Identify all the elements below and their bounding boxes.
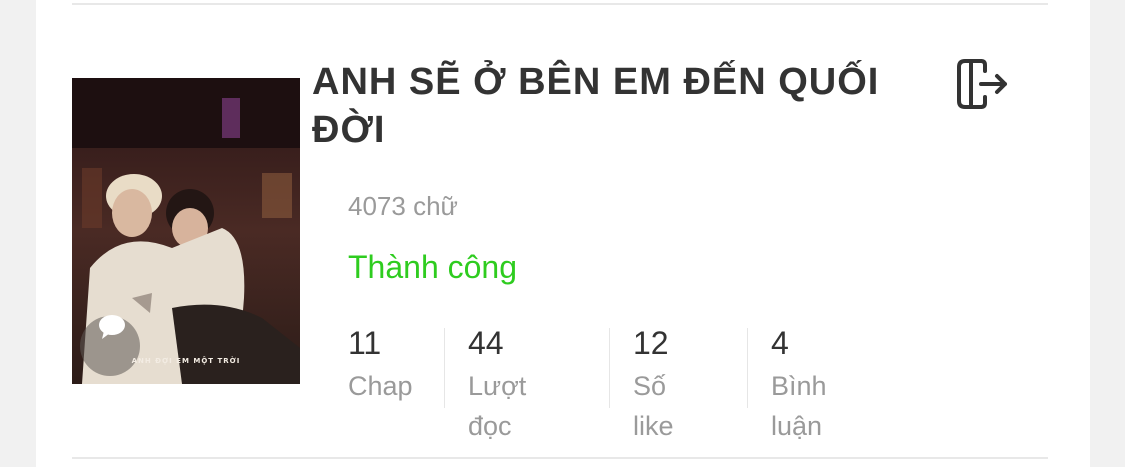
stat-label: Bình luận <box>771 371 827 441</box>
stat-comments: 4 Bình luận <box>771 322 827 441</box>
stat-chapters: 11 Chap <box>348 322 413 408</box>
divider <box>72 3 1048 5</box>
status-label: Thành công <box>348 249 518 285</box>
stat-value: 12 <box>633 325 669 361</box>
stat-divider <box>747 328 748 408</box>
stat-reads: 44 Lượt đọc <box>468 322 526 441</box>
story-title[interactable]: ANH SẼ Ở BÊN EM ĐẾN QUỐI ĐỜI <box>312 58 902 154</box>
stat-value: 4 <box>771 325 789 361</box>
stat-value: 44 <box>468 325 504 361</box>
stat-label: Lượt đọc <box>468 371 527 441</box>
cover-caption: ANH ĐỢI EM MỘT TRỜI <box>131 357 241 365</box>
exit-icon <box>957 59 1007 109</box>
story-cover-image[interactable]: ANH ĐỢI EM MỘT TRỜI <box>72 78 300 384</box>
exit-button[interactable] <box>954 56 1010 112</box>
stat-label: Chap <box>348 371 413 401</box>
stat-likes: 12 Số like <box>633 322 674 441</box>
stat-label: Số like <box>633 371 674 441</box>
cover-illustration <box>72 78 300 384</box>
stat-divider <box>609 328 610 408</box>
stat-divider <box>444 328 445 408</box>
stat-value: 11 <box>348 325 382 361</box>
divider <box>72 457 1048 459</box>
word-count: 4073 chữ <box>348 191 458 221</box>
